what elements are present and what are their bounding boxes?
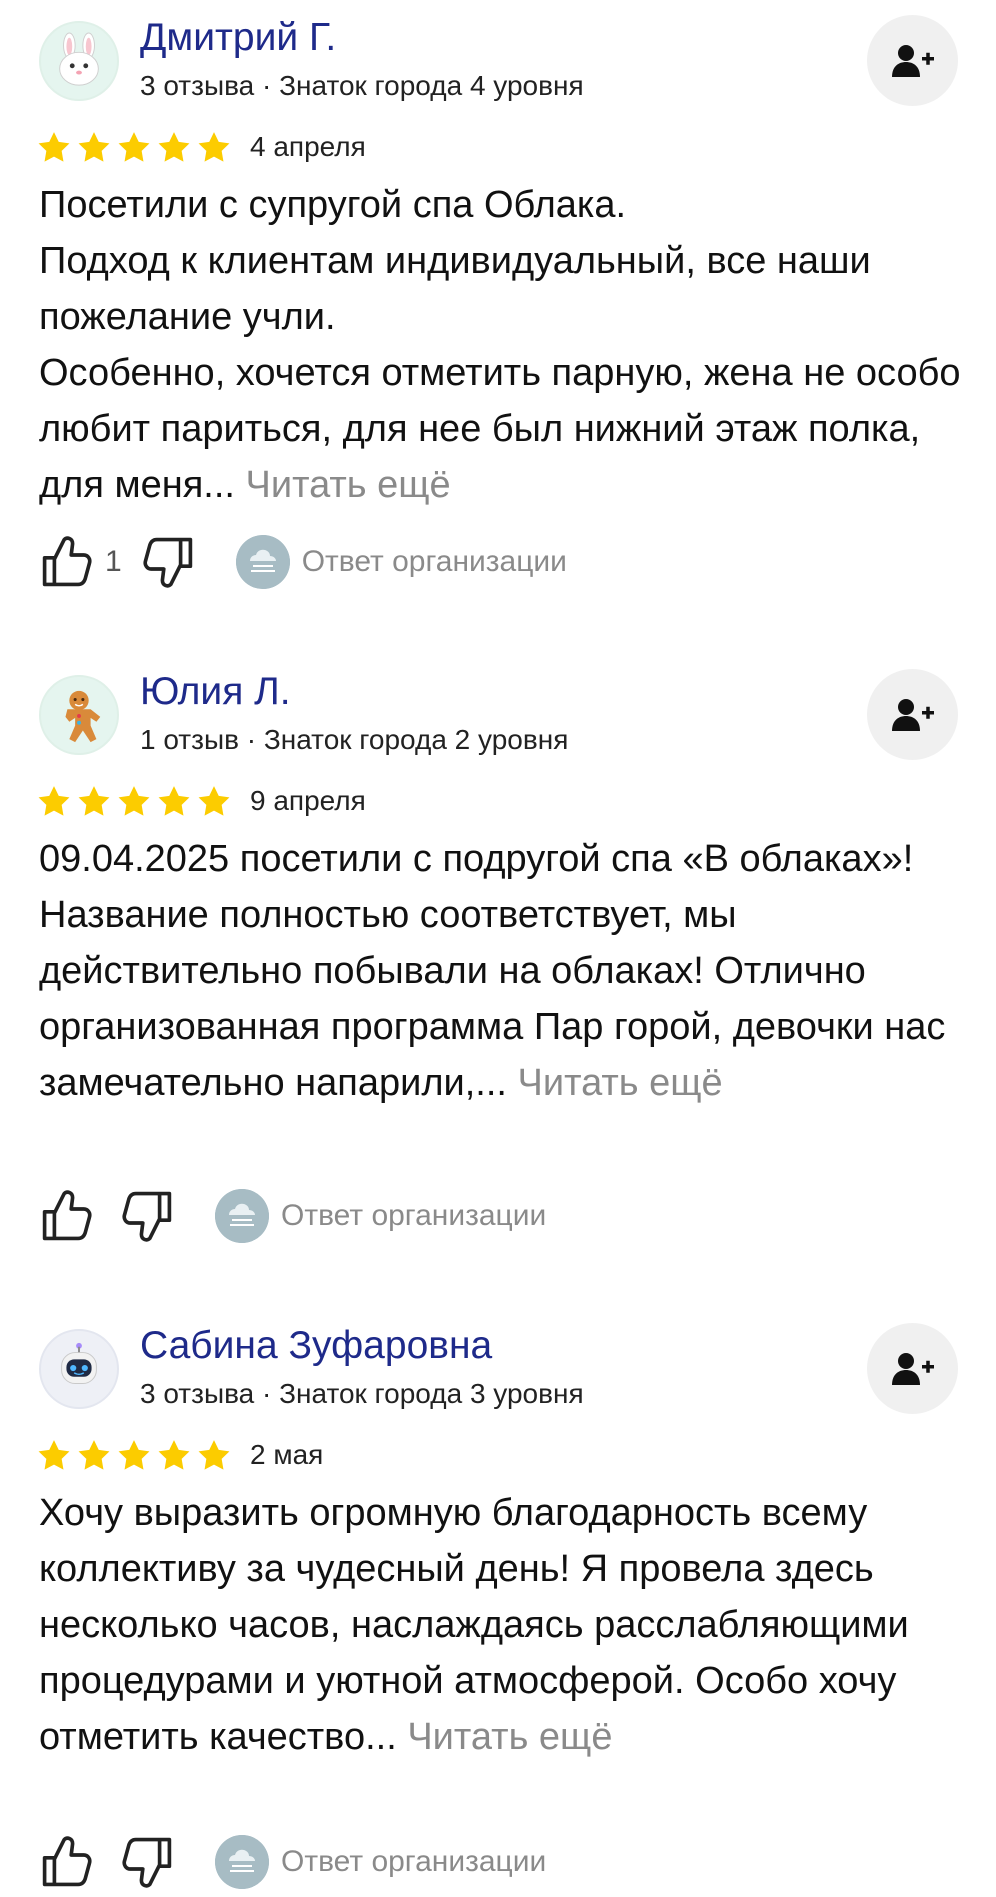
dislike-button[interactable] <box>119 1188 175 1244</box>
star-icon <box>198 786 230 816</box>
review-text: 09.04.2025 посетили с подругой спа «В об… <box>39 831 969 1111</box>
star-icon <box>118 1440 150 1470</box>
review-line-text: 09.04.2025 посетили с подругой спа «В об… <box>39 838 946 1104</box>
review-date: 2 мая <box>250 1439 324 1470</box>
star-icon <box>38 1440 70 1470</box>
organization-reply-label: Ответ организации <box>301 545 567 578</box>
review-card: Юлия Л. 1 отзыв · Знаток города 2 уровня… <box>0 654 996 1309</box>
star-icon <box>158 786 190 816</box>
subscribe-button[interactable] <box>867 1323 958 1414</box>
dislike-button[interactable] <box>140 534 196 590</box>
avatar[interactable] <box>39 675 119 755</box>
review-line: Особенно, хочется отметить парную, жена … <box>39 345 969 513</box>
cloud-logo-icon <box>215 1835 269 1889</box>
star-icon <box>78 786 110 816</box>
star-icon <box>78 1440 110 1470</box>
organization-reply-button[interactable]: Ответ организации <box>215 1835 546 1889</box>
star-icon <box>158 132 190 162</box>
add-user-icon <box>891 698 934 731</box>
rating-stars <box>37 131 231 163</box>
star-icon <box>198 1440 230 1470</box>
author-meta: 1 отзыв · Знаток города 2 уровня <box>140 724 569 755</box>
star-icon <box>118 132 150 162</box>
gingerbread-icon <box>65 690 101 743</box>
rating-stars <box>37 1439 231 1471</box>
rating-stars <box>37 785 231 817</box>
read-more-link[interactable]: Читать ещё <box>518 1062 723 1104</box>
like-count: 1 <box>105 545 122 578</box>
review-date: 4 апреля <box>250 131 366 162</box>
review-line: Посетили с супругой спа Облака. <box>39 184 627 226</box>
author-name[interactable]: Сабина Зуфаровна <box>140 1322 492 1370</box>
organization-reply-button[interactable]: Ответ организации <box>235 535 567 589</box>
author-meta: 3 отзыва · Знаток города 4 уровня <box>140 70 584 101</box>
like-button[interactable] <box>39 1188 95 1244</box>
organization-logo <box>215 1835 269 1889</box>
dislike-button[interactable] <box>119 1834 175 1890</box>
thumbs-down-icon <box>122 1837 172 1888</box>
robot-icon <box>61 1342 97 1384</box>
avatar[interactable] <box>39 21 119 101</box>
review-card: Дмитрий Г. 3 отзыва · Знаток города 4 ур… <box>0 0 996 655</box>
star-icon <box>38 786 70 816</box>
like-button[interactable]: 1 <box>39 534 140 590</box>
like-button[interactable] <box>39 1834 95 1890</box>
review-actions: 1 Ответ организации <box>39 532 567 592</box>
cloud-logo-icon <box>215 1189 269 1243</box>
thumbs-down-icon <box>143 537 192 588</box>
add-user-icon <box>891 44 934 77</box>
review-line: 09.04.2025 посетили с подругой спа «В об… <box>39 831 969 1111</box>
review-text: Хочу выразить огромную благодарность все… <box>39 1485 969 1765</box>
add-user-icon <box>891 1352 934 1385</box>
star-icon <box>198 132 230 162</box>
review-line-text: Особенно, хочется отметить парную, жена … <box>39 352 961 506</box>
organization-reply-label: Ответ организации <box>281 1845 547 1878</box>
subscribe-button[interactable] <box>867 15 958 106</box>
author-name[interactable]: Дмитрий Г. <box>140 14 336 62</box>
organization-reply-label: Ответ организации <box>281 1199 547 1232</box>
star-icon <box>38 132 70 162</box>
star-icon <box>118 786 150 816</box>
cloud-logo-icon <box>235 535 290 589</box>
thumbs-up-icon <box>42 1836 92 1887</box>
star-icon <box>158 1440 190 1470</box>
review-date: 9 апреля <box>250 785 366 816</box>
review-line: Хочу выразить огромную благодарность все… <box>39 1485 969 1765</box>
thumbs-down-icon <box>122 1191 172 1242</box>
review-line: Подход к клиентам индивидуальный, все на… <box>39 240 871 338</box>
subscribe-button[interactable] <box>867 669 958 760</box>
review-actions: Ответ организации <box>39 1832 546 1892</box>
organization-reply-button[interactable]: Ответ организации <box>215 1189 546 1243</box>
bunny-icon <box>59 32 99 86</box>
author-name[interactable]: Юлия Л. <box>140 668 291 716</box>
thumbs-up-icon <box>42 536 92 587</box>
author-meta: 3 отзыва · Знаток города 3 уровня <box>140 1378 584 1409</box>
read-more-link[interactable]: Читать ещё <box>246 464 451 506</box>
organization-logo <box>235 535 290 589</box>
review-actions: Ответ организации <box>39 1186 546 1246</box>
read-more-link[interactable]: Читать ещё <box>407 1716 612 1758</box>
organization-logo <box>215 1189 269 1243</box>
thumbs-up-icon <box>42 1190 92 1241</box>
review-text: Посетили с супругой спа Облака. Подход к… <box>39 177 969 513</box>
avatar[interactable] <box>39 1329 119 1409</box>
star-icon <box>78 132 110 162</box>
review-card: Сабина Зуфаровна 3 отзыва · Знаток город… <box>0 1308 996 1897</box>
